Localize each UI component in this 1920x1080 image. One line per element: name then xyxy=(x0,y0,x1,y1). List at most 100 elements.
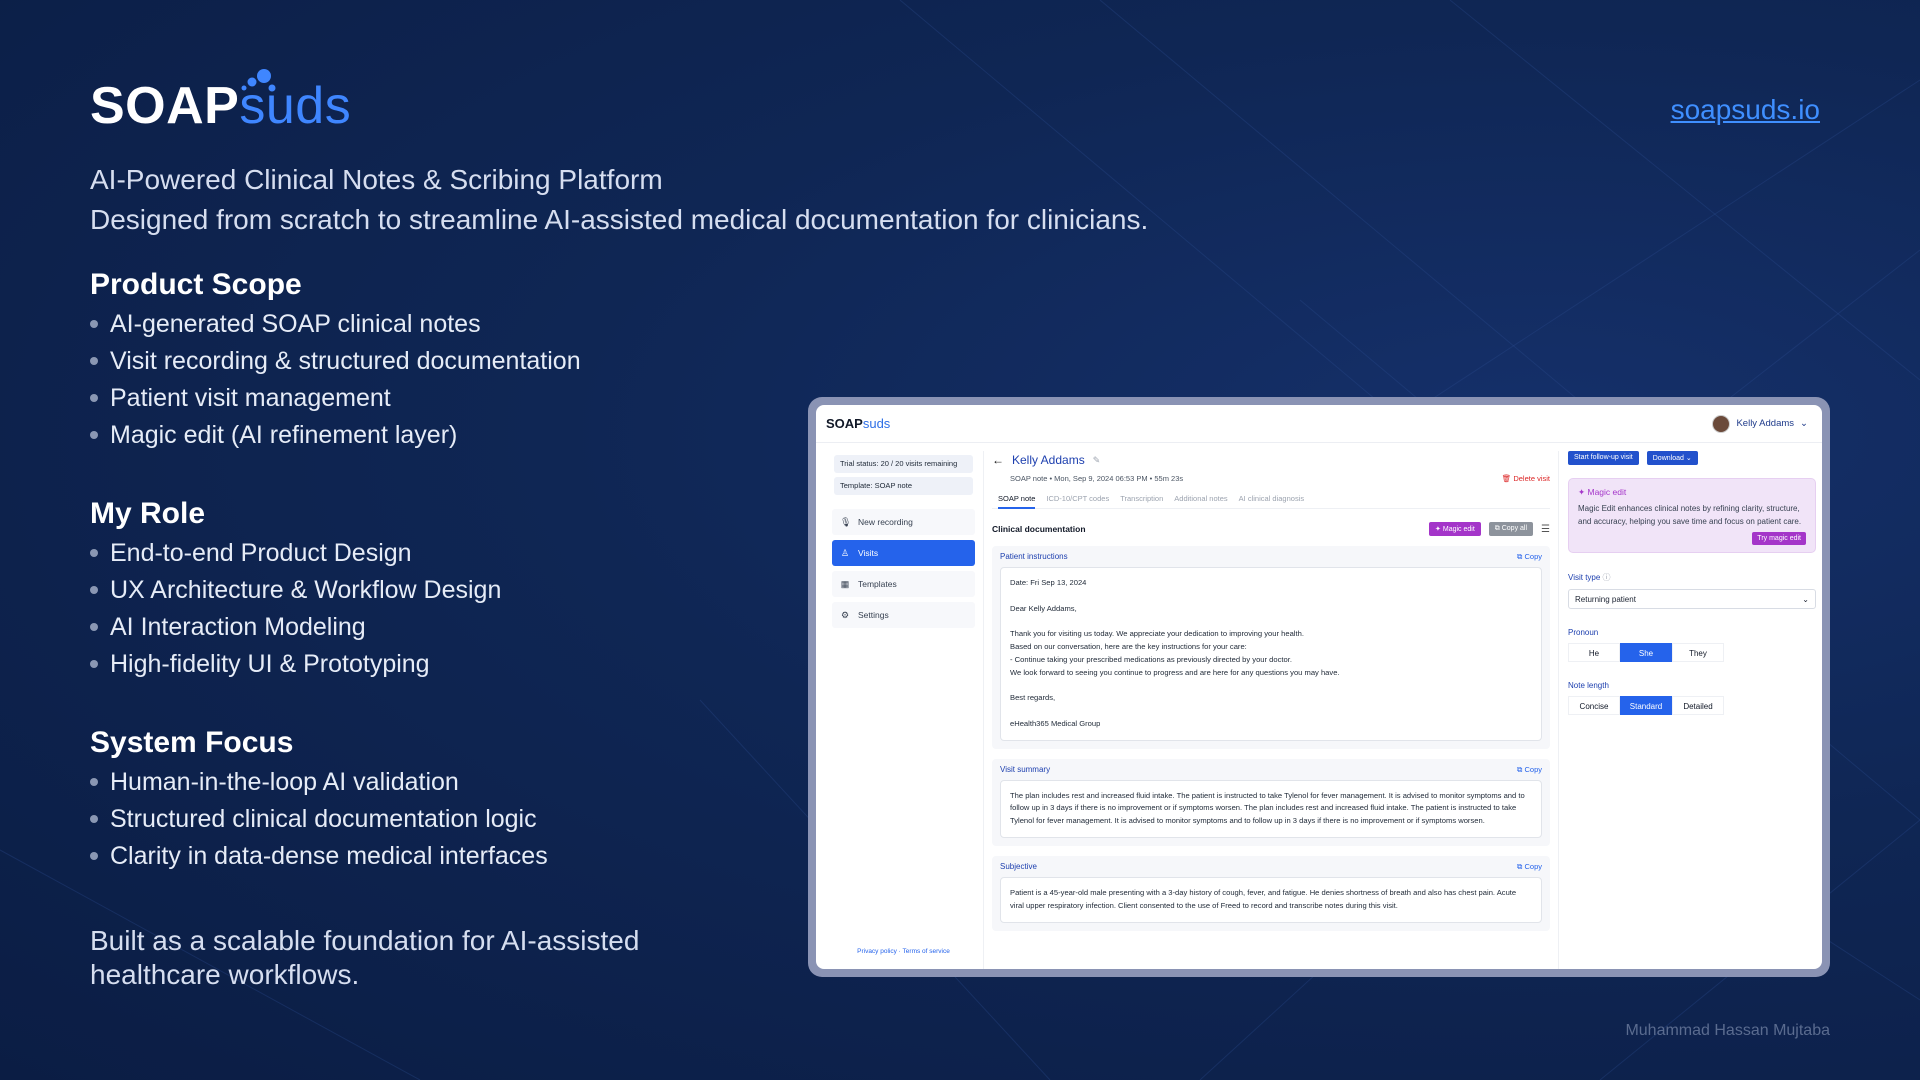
download-button[interactable]: Download ⌄ xyxy=(1646,451,1698,465)
card-header: Visit summary ⧉ Copy xyxy=(1000,765,1542,775)
section-title-my-role: My Role xyxy=(90,497,206,530)
list-item: Magic edit (AI refinement layer) xyxy=(90,417,581,454)
system-focus-list: Human-in-the-loop AI validation Structur… xyxy=(90,764,548,875)
tab-bar: SOAP note ICD-10/CPT codes Transcription… xyxy=(992,494,1550,509)
magic-edit-card: ✦ Magic edit Magic Edit enhances clinica… xyxy=(1568,478,1816,553)
pencil-icon[interactable]: ✎ xyxy=(1093,455,1101,466)
soapsuds-logo: SOAPsuds xyxy=(90,77,352,135)
list-item: UX Architecture & Workflow Design xyxy=(90,572,501,609)
trash-icon: 🗑 xyxy=(1501,474,1512,483)
chevron-down-icon: ⌄ xyxy=(1800,418,1808,429)
visit-type-value: Returning patient xyxy=(1575,594,1636,604)
back-arrow-icon[interactable]: ← xyxy=(992,453,1004,467)
card-title: Patient instructions xyxy=(1000,552,1068,561)
length-option-concise[interactable]: Concise xyxy=(1568,696,1620,715)
list-item: Patient visit management xyxy=(90,380,581,417)
user-menu[interactable]: Kelly Addams ⌄ xyxy=(1712,414,1808,433)
tab-transcription[interactable]: Transcription xyxy=(1120,494,1163,503)
pronoun-option-they[interactable]: They xyxy=(1672,643,1724,662)
list-item: End-to-end Product Design xyxy=(90,535,501,572)
tab-ai-diagnosis[interactable]: AI clinical diagnosis xyxy=(1239,494,1304,503)
copy-icon: ⧉ xyxy=(1494,525,1500,532)
grid-icon: ▦ xyxy=(840,578,850,589)
copy-button[interactable]: ⧉ Copy xyxy=(1517,552,1542,562)
tab-soap-note[interactable]: SOAP note xyxy=(998,494,1036,509)
copy-button[interactable]: ⧉ Copy xyxy=(1517,765,1542,775)
gear-icon: ⚙ xyxy=(840,609,850,620)
product-scope-list: AI-generated SOAP clinical notes Visit r… xyxy=(90,306,581,454)
section-title-system-focus: System Focus xyxy=(90,726,294,759)
sidebar-footer: Privacy policy · Terms of service xyxy=(824,948,983,955)
delete-visit-button[interactable]: 🗑 Delete visit xyxy=(1502,474,1550,483)
sidebar-item-label: Visits xyxy=(858,548,879,558)
user-name: Kelly Addams xyxy=(1736,418,1795,429)
avatar xyxy=(1712,414,1731,433)
doc-title: Clinical documentation xyxy=(992,524,1086,534)
sidebar-item-label: Templates xyxy=(858,579,897,589)
visit-meta-row: SOAP note • Mon, Sep 9, 2024 06:53 PM • … xyxy=(992,474,1550,483)
my-role-list: End-to-end Product Design UX Architectur… xyxy=(90,535,501,683)
list-item: AI-generated SOAP clinical notes xyxy=(90,306,581,343)
tagline: AI-Powered Clinical Notes & Scribing Pla… xyxy=(90,160,1148,240)
app-logo[interactable]: SOAPsuds xyxy=(826,416,890,431)
person-icon: ♙ xyxy=(840,547,850,558)
sidebar-item-new-recording[interactable]: 🎙 New recording xyxy=(832,509,975,535)
sidebar: Trial status: 20 / 20 visits remaining T… xyxy=(824,451,984,969)
card-header: Subjective ⧉ Copy xyxy=(1000,862,1542,872)
list-item: AI Interaction Modeling xyxy=(90,609,501,646)
tab-icd-cpt[interactable]: ICD-10/CPT codes xyxy=(1046,494,1109,503)
visit-type-select[interactable]: Returning patient ⌄ xyxy=(1568,589,1816,609)
privacy-link[interactable]: Privacy policy xyxy=(857,948,897,955)
note-length-segmented-control: Concise Standard Detailed xyxy=(1568,696,1822,715)
author-credit: Muhammad Hassan Mujtaba xyxy=(1625,1022,1830,1039)
copy-button[interactable]: ⧉ Copy xyxy=(1517,862,1542,872)
visit-type-label: Visit type ⓘ xyxy=(1568,573,1611,582)
magic-edit-button[interactable]: ✦ Magic edit xyxy=(1429,522,1481,536)
sidebar-item-templates[interactable]: ▦ Templates xyxy=(832,571,975,597)
sidebar-nav: 🎙 New recording ♙ Visits ▦ Templates ⚙ S… xyxy=(824,509,983,628)
list-item: Visit recording & structured documentati… xyxy=(90,343,581,380)
magic-edit-description: Magic Edit enhances clinical notes by re… xyxy=(1578,504,1802,526)
app-screenshot-frame: SOAPsuds Kelly Addams ⌄ Trial status: 20… xyxy=(808,397,1830,977)
note-length-label: Note length xyxy=(1568,681,1609,690)
tab-additional-notes[interactable]: Additional notes xyxy=(1174,494,1227,503)
sidebar-item-label: New recording xyxy=(858,517,913,527)
copy-all-button[interactable]: ⧉ Copy all xyxy=(1488,522,1534,536)
card-body[interactable]: Patient is a 45-year-old male presenting… xyxy=(1000,876,1542,923)
terms-link[interactable]: Terms of service xyxy=(903,948,950,955)
pronoun-option-she[interactable]: She xyxy=(1620,643,1672,662)
info-icon: ⓘ xyxy=(1602,573,1611,582)
template-badge[interactable]: Template: SOAP note xyxy=(834,477,973,495)
right-panel: Start follow-up visit Download ⌄ ✦ Magic… xyxy=(1558,451,1822,969)
tagline-line-2: Designed from scratch to streamline AI-a… xyxy=(90,204,1149,235)
patient-instructions-card: Patient instructions ⧉ Copy Date: Fri Se… xyxy=(992,546,1550,749)
patient-name: Kelly Addams xyxy=(1012,453,1085,467)
closing-line-2: healthcare workflows. xyxy=(90,959,360,990)
start-follow-up-button[interactable]: Start follow-up visit xyxy=(1568,451,1639,465)
app-window: SOAPsuds Kelly Addams ⌄ Trial status: 20… xyxy=(816,405,1822,969)
card-body[interactable]: Date: Fri Sep 13, 2024 Dear Kelly Addams… xyxy=(1000,567,1542,741)
card-body[interactable]: The plan includes rest and increased flu… xyxy=(1000,779,1542,838)
trial-status-badge: Trial status: 20 / 20 visits remaining xyxy=(834,455,973,473)
chevron-down-icon: ⌄ xyxy=(1685,455,1692,462)
length-option-detailed[interactable]: Detailed xyxy=(1672,696,1724,715)
bubbles-icon xyxy=(241,69,276,92)
pronoun-option-he[interactable]: He xyxy=(1568,643,1620,662)
list-item: Human-in-the-loop AI validation xyxy=(90,764,548,801)
card-title: Subjective xyxy=(1000,861,1037,871)
list-item: Structured clinical documentation logic xyxy=(90,801,548,838)
closing-line-1: Built as a scalable foundation for AI-as… xyxy=(90,925,640,956)
pronoun-label: Pronoun xyxy=(1568,628,1599,637)
footer-separator: · xyxy=(898,948,901,955)
try-magic-edit-button[interactable]: Try magic edit xyxy=(1752,532,1806,545)
sidebar-item-settings[interactable]: ⚙ Settings xyxy=(832,602,975,628)
right-panel-actions: Start follow-up visit Download ⌄ xyxy=(1568,451,1822,465)
doc-header: Clinical documentation ✦ Magic edit ⧉ Co… xyxy=(992,522,1550,536)
patient-header: ← Kelly Addams ✎ xyxy=(992,451,1550,469)
magic-edit-title: ✦ Magic edit xyxy=(1578,487,1627,497)
sliders-icon[interactable]: ☰ xyxy=(1541,524,1550,535)
website-link[interactable]: soapsuds.io xyxy=(1671,94,1820,126)
length-option-standard[interactable]: Standard xyxy=(1620,696,1672,715)
card-title: Visit summary xyxy=(1000,764,1051,774)
sidebar-item-visits[interactable]: ♙ Visits xyxy=(832,540,975,566)
